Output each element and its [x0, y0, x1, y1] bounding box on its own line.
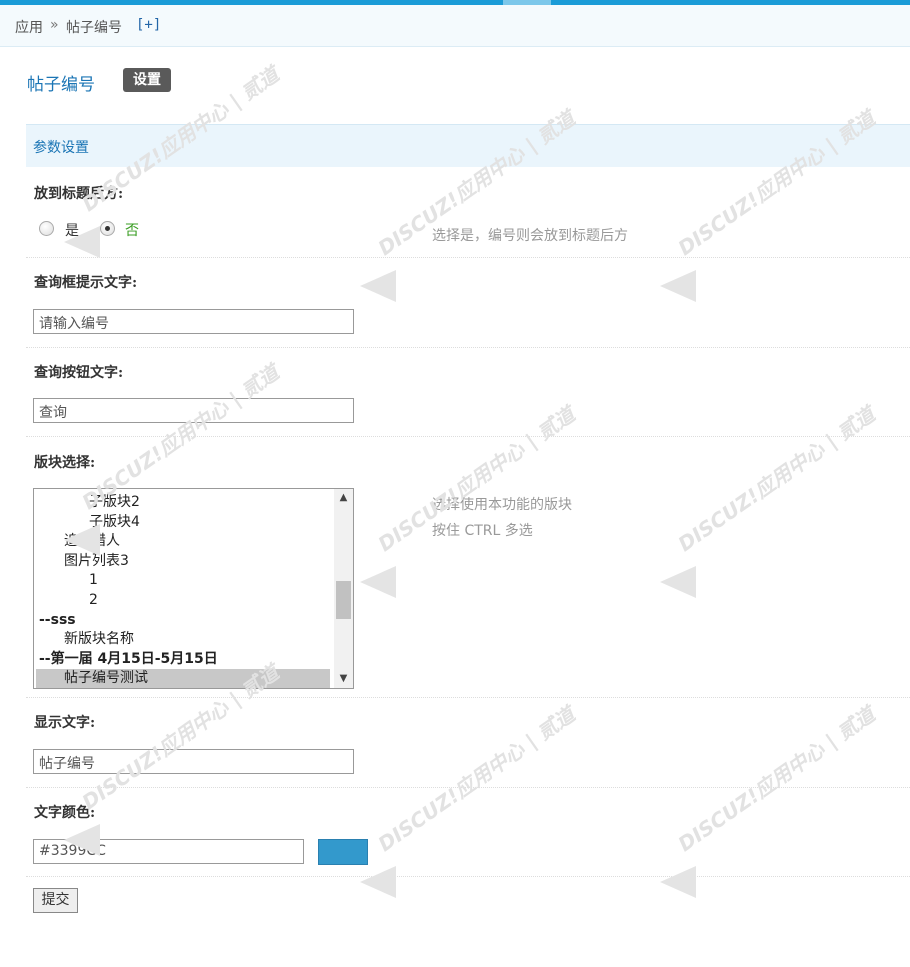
search-button-text-label: 查询按钮文字: — [34, 365, 124, 381]
divider — [26, 876, 910, 877]
forum-option[interactable]: 1 — [36, 571, 330, 591]
radio-no[interactable] — [100, 221, 115, 236]
watermark-arrow-icon — [360, 566, 396, 598]
tab-settings[interactable]: 设置 — [123, 68, 171, 92]
scroll-down-icon[interactable]: ▼ — [334, 670, 353, 688]
forum-tip-line1: 选择使用本功能的版块 — [432, 497, 572, 513]
scroll-up-icon[interactable]: ▲ — [334, 489, 353, 507]
watermark-arrow-icon — [660, 566, 696, 598]
divider — [26, 257, 910, 258]
section-title: 参数设置 — [33, 140, 89, 156]
search-placeholder-label: 查询框提示文字: — [34, 275, 138, 291]
radio-yes-label: 是 — [65, 223, 79, 239]
watermark-arrow-icon — [360, 270, 396, 302]
text-color-label: 文字颜色: — [34, 805, 96, 821]
forum-option[interactable]: 追梦猎人 — [36, 532, 330, 552]
forum-option[interactable]: 图片列表3 — [36, 552, 330, 572]
watermark-arrow-icon — [660, 270, 696, 302]
forum-tip-line2: 按住 CTRL 多选 — [432, 523, 533, 539]
listbox-scrollbar[interactable]: ▲ ▼ — [334, 489, 353, 688]
radio-no-label: 否 — [125, 223, 139, 239]
breadcrumb: 应用 » 帖子编号 [+] — [0, 5, 910, 47]
divider — [26, 436, 910, 437]
search-button-text-input[interactable]: 查询 — [33, 398, 354, 423]
forum-option[interactable]: 2 — [36, 591, 330, 611]
display-text-input[interactable]: 帖子编号 — [33, 749, 354, 774]
forum-option[interactable]: 子版块2 — [36, 493, 330, 513]
forum-option[interactable]: 子版块4 — [36, 513, 330, 533]
forum-option[interactable]: 新版块名称 — [36, 630, 330, 650]
watermark-arrow-icon — [660, 866, 696, 898]
forum-option[interactable]: --第一届 4月15日-5月15日 — [36, 650, 330, 670]
breadcrumb-current: 帖子编号 — [66, 20, 122, 36]
search-placeholder-input[interactable]: 请输入编号 — [33, 309, 354, 334]
position-tip: 选择是，编号则会放到标题后方 — [432, 228, 628, 244]
forum-select-label: 版块选择: — [34, 455, 96, 471]
section-header: 参数设置 — [26, 124, 910, 167]
divider — [26, 347, 910, 348]
display-text-label: 显示文字: — [34, 715, 96, 731]
breadcrumb-root-link[interactable]: 应用 — [15, 17, 43, 37]
color-swatch-button[interactable] — [318, 839, 368, 865]
divider — [26, 697, 910, 698]
divider — [26, 787, 910, 788]
breadcrumb-separator: » — [50, 17, 59, 33]
add-shortcut-button[interactable]: [+] — [136, 17, 161, 33]
watermark-arrow-icon — [360, 866, 396, 898]
forum-multiselect[interactable]: 子版块2 子版块4 追梦猎人 图片列表3 1 2 --sss 新版块名称 --第一届 4月15日… — [33, 488, 354, 689]
forum-option[interactable]: 帖子编号测试 — [36, 669, 330, 688]
text-color-input[interactable]: #3399CC — [33, 839, 304, 864]
page-title: 帖子编号 — [27, 75, 95, 95]
scrollbar-thumb[interactable] — [336, 581, 351, 619]
radio-yes[interactable] — [39, 221, 54, 236]
position-label: 放到标题后方: — [34, 186, 124, 202]
submit-button[interactable]: 提交 — [33, 888, 78, 913]
forum-option[interactable]: --sss — [36, 611, 330, 631]
